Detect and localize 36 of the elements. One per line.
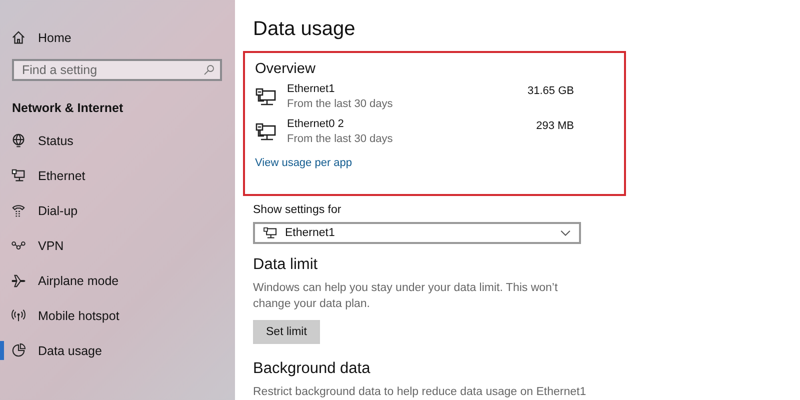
- period-text: From the last 30 days: [287, 98, 393, 110]
- home-link[interactable]: Home: [0, 20, 235, 55]
- network-icon: [255, 122, 277, 142]
- usage-amount: 31.65 GB: [526, 85, 574, 97]
- section-heading: Data limit: [253, 256, 318, 274]
- ethernet-icon: [11, 168, 26, 183]
- hotspot-icon: [11, 308, 26, 323]
- usage-link[interactable]: View usage per app: [255, 157, 352, 169]
- network-name: Ethernet1: [287, 83, 335, 95]
- page-title: Data usage: [253, 18, 356, 41]
- nav-item[interactable]: Ethernet: [0, 158, 235, 193]
- nav-item[interactable]: Airplane mode: [0, 263, 235, 298]
- nav-item[interactable]: Status: [0, 123, 235, 158]
- field-label: Show settings for: [253, 204, 342, 216]
- section-heading: Overview: [255, 61, 316, 77]
- search-field[interactable]: Find a setting: [12, 59, 222, 81]
- network-name: Ethernet0 2: [287, 118, 344, 130]
- nav-item[interactable]: Mobile hotspot: [0, 298, 235, 333]
- network-icon: [255, 87, 277, 107]
- set-limit-button[interactable]: Set limit: [253, 320, 320, 344]
- search-icon: [203, 64, 215, 76]
- section-heading: Background data: [253, 360, 370, 378]
- nav-item[interactable]: Dial-up: [0, 193, 235, 228]
- period-text: From the last 30 days: [287, 133, 393, 145]
- network-dropdown[interactable]: Ethernet1: [253, 222, 581, 244]
- nav-item[interactable]: Data usage: [0, 333, 235, 368]
- section-title: Network & Internet: [11, 100, 124, 117]
- description-text: Restrict background data to help reduce data usage on Ethernet1: [253, 385, 588, 400]
- airplane-icon: [11, 273, 26, 288]
- monitor-icon: [263, 227, 277, 239]
- usage-amount: 293 MB: [535, 120, 574, 132]
- home-icon: [11, 30, 26, 45]
- globe-icon: [11, 133, 26, 148]
- chevron-icon: [560, 230, 571, 236]
- nav-item[interactable]: VPN: [0, 228, 235, 263]
- description-text: Windows can help you stay under your data limit. This won’t change your data plan.: [253, 281, 559, 312]
